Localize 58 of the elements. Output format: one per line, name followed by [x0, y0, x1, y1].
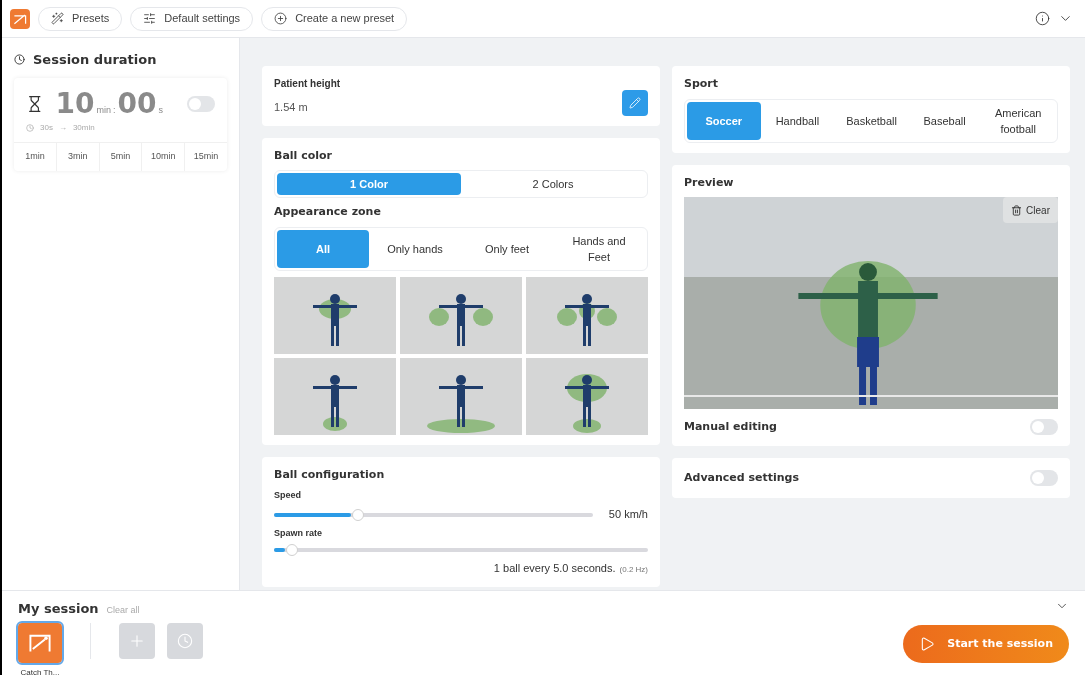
seconds-unit: s: [158, 103, 163, 117]
duration-preset-button[interactable]: 1min: [14, 142, 57, 171]
seconds-value: 00: [117, 89, 157, 118]
duration-preset-button[interactable]: 10min: [142, 142, 186, 171]
spawn-rate-reading: 1 ball every 5.0 seconds.: [493, 561, 616, 576]
clear-button[interactable]: Clear: [1003, 197, 1058, 223]
toggle-switch[interactable]: [1030, 469, 1058, 486]
segment-option[interactable]: American football: [981, 101, 1055, 140]
session-exercise-tile[interactable]: [18, 622, 62, 663]
section-title: Sport: [684, 76, 720, 92]
play-icon: [919, 636, 936, 652]
minutes-unit: min: [96, 103, 111, 117]
frequency-note: (0.2 Hz): [619, 564, 648, 576]
add-exercise-button[interactable]: [119, 622, 155, 659]
toggle-label: Manual editing: [684, 419, 777, 435]
speed-reading: 50 km/h: [608, 507, 648, 523]
duration-preset-button[interactable]: 5min: [99, 142, 143, 171]
segment-option[interactable]: Basketball: [834, 101, 908, 140]
slider-label: Speed: [274, 489, 302, 502]
duration-preset-button[interactable]: 3min: [56, 142, 100, 171]
sliders-icon: [143, 12, 157, 25]
time-separator: :: [113, 103, 116, 117]
app-logo-icon: [10, 8, 30, 29]
segment-option[interactable]: Baseball: [907, 101, 982, 140]
range-min: 30s: [40, 121, 53, 134]
section-title: Ball color: [274, 147, 333, 164]
toggle-label: Advanced settings: [684, 469, 800, 486]
edit-button[interactable]: [622, 89, 648, 116]
field-label: Patient height: [274, 77, 342, 91]
section-title: Session duration: [33, 51, 157, 69]
height-value: 1.54 m: [274, 100, 309, 115]
segment-option[interactable]: Only hands: [369, 229, 461, 268]
arrow-glyph: →: [58, 121, 67, 134]
tile-label: Catch Th...: [20, 666, 60, 675]
range-max: 30min: [72, 121, 95, 134]
section-title: Appearance zone: [274, 204, 382, 220]
slider-label: Spawn rate: [274, 526, 323, 540]
info-icon[interactable]: [1035, 11, 1050, 26]
wand-icon: [51, 12, 64, 25]
clock-icon: [26, 123, 34, 132]
trash-icon: [1011, 204, 1023, 216]
pencil-icon: [629, 96, 641, 109]
duration-preset-button[interactable]: 15min: [185, 142, 227, 171]
segment-option[interactable]: Handball: [760, 101, 835, 140]
toggle-switch[interactable]: [187, 95, 215, 112]
section-title: My session: [18, 600, 99, 618]
section-title: Preview: [684, 174, 735, 191]
clock-icon: [14, 54, 25, 66]
add-pause-button[interactable]: [167, 622, 203, 659]
slider-thumb[interactable]: [351, 508, 364, 521]
slider-thumb[interactable]: [286, 544, 299, 556]
toggle-switch[interactable]: [1030, 419, 1058, 436]
segment-option[interactable]: Only feet: [461, 229, 553, 268]
section-title: Ball configuration: [274, 466, 386, 483]
plus-icon: [274, 12, 288, 25]
minutes-value: 10: [55, 89, 95, 118]
segment-option[interactable]: 2 Colors: [461, 173, 645, 195]
segment-option[interactable]: Hands and Feet: [553, 229, 645, 268]
